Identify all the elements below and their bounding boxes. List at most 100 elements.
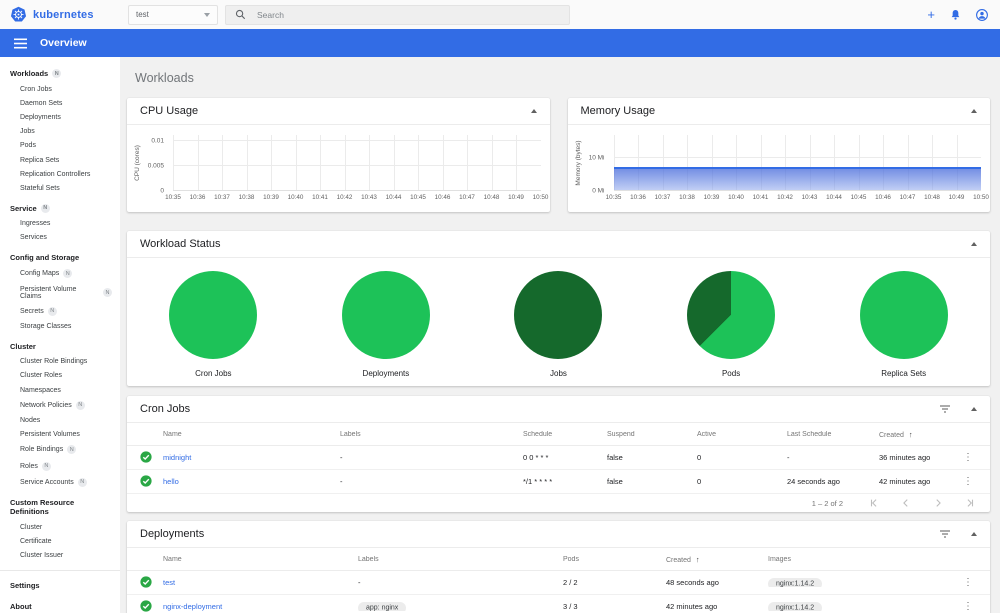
pie-chart-jobs[interactable] (514, 271, 603, 359)
sidebar-item-role-bindings[interactable]: Role Bindings N (0, 442, 120, 458)
filter-list-icon[interactable] (939, 529, 951, 539)
status-ok-icon (140, 474, 152, 487)
pie-label: Pods (721, 369, 741, 378)
gridline (442, 135, 468, 190)
sidebar-item-network-policies[interactable]: Network Policies N (0, 397, 120, 413)
search-bar[interactable] (225, 4, 570, 25)
gridline (491, 135, 517, 190)
column-header-name[interactable]: Name (163, 556, 358, 563)
sidebar-item-replica-sets[interactable]: Replica Sets (0, 153, 120, 167)
status-ok-icon (140, 450, 152, 463)
sidebar-item-namespaces[interactable]: Namespaces (0, 383, 120, 397)
search-input[interactable] (257, 9, 560, 20)
sidebar-item-cluster-issuer[interactable]: Cluster Issuer (0, 549, 120, 563)
notifications-bell-icon[interactable] (950, 9, 961, 21)
sidebar-item-persistent-volumes[interactable]: Persistent Volumes (0, 428, 120, 442)
sidebar-item-config-maps[interactable]: Config Maps N (0, 266, 120, 282)
column-header-last-schedule[interactable]: Last Schedule (787, 431, 879, 438)
sidebar-item-cluster[interactable]: Cluster (0, 520, 120, 534)
sidebar-item-ingresses[interactable]: Ingresses (0, 217, 120, 231)
column-header-pods[interactable]: Pods (563, 556, 666, 563)
schedule-value: 0 0 * * * (523, 453, 549, 462)
previous-page-icon[interactable] (901, 498, 911, 508)
sidebar-item-replication-controllers[interactable]: Replication Controllers (0, 167, 120, 181)
sidebar-section-config-and-storage[interactable]: Config and Storage (0, 247, 120, 266)
column-header-images[interactable]: Images (768, 556, 963, 563)
sidebar-item-cluster-roles[interactable]: Cluster Roles (0, 369, 120, 383)
sidebar-item-daemon-sets[interactable]: Daemon Sets (0, 96, 120, 110)
filter-list-icon[interactable] (939, 404, 951, 414)
next-page-icon[interactable] (933, 498, 943, 508)
column-header-name[interactable]: Name (163, 431, 340, 438)
cpu-usage-card: CPU Usage CPU (cores) 0 0.005 0.01 10:35 10… (127, 98, 550, 212)
sidebar-item-cron-jobs[interactable]: Cron Jobs (0, 82, 120, 96)
image-chip: nginx:1.14.2 (768, 602, 823, 611)
sidebar-section-cluster[interactable]: Cluster (0, 336, 120, 355)
schedule-value: */1 * * * * (523, 477, 553, 486)
collapse-card-icon[interactable] (971, 242, 977, 246)
sidebar-item-about[interactable]: About (0, 596, 120, 613)
pie-chart-pods[interactable] (687, 271, 776, 359)
sidebar-item-cluster-role-bindings[interactable]: Cluster Role Bindings (0, 355, 120, 369)
sidebar-item-nodes[interactable]: Nodes (0, 413, 120, 427)
sidebar-item-deployments[interactable]: Deployments (0, 110, 120, 124)
cronjob-link[interactable]: hello (163, 477, 179, 486)
sidebar-section-custom-resource-definitions[interactable]: Custom Resource Definitions (0, 492, 120, 520)
memory-x-axis-labels: 10:35 10:36 10:37 10:38 10:39 10:40 10:41 10:42… (605, 194, 989, 201)
sidebar-item-storage-classes[interactable]: Storage Classes (0, 319, 120, 333)
namespace-selector[interactable]: test (128, 4, 218, 25)
collapse-card-icon[interactable] (971, 109, 977, 113)
kubernetes-home-link[interactable]: kubernetes (10, 6, 118, 23)
collapse-card-icon[interactable] (971, 407, 977, 411)
pie-chart-deployments[interactable] (341, 271, 430, 359)
collapse-card-icon[interactable] (971, 532, 977, 536)
sidebar-section-label: Custom Resource Definitions (10, 498, 75, 517)
row-actions-menu-icon[interactable]: ⋮ (963, 578, 973, 588)
first-page-icon[interactable] (869, 498, 879, 508)
suspend-value: false (607, 477, 623, 486)
pie-chart-cron-jobs[interactable] (169, 271, 258, 359)
pagination-range-label: 1 – 2 of 2 (811, 498, 843, 508)
column-header-labels[interactable]: Labels (358, 556, 563, 563)
search-icon (235, 9, 246, 20)
create-resource-button[interactable]: + (927, 8, 935, 21)
sidebar-item-jobs[interactable]: Jobs (0, 125, 120, 139)
sidebar-item-pods[interactable]: Pods (0, 139, 120, 153)
collapse-card-icon[interactable] (530, 109, 537, 113)
sidebar-item-certificate[interactable]: Certificate (0, 535, 120, 549)
sidebar-section-workloads[interactable]: Workloads N (0, 63, 120, 82)
label-chip: app: nginx (358, 602, 407, 611)
sidebar-item-label: Cluster Role Bindings (20, 358, 88, 366)
deployments-table-header: Name Labels Pods Created ↑ Images (127, 548, 990, 571)
status-ok-icon (140, 575, 152, 588)
namespaced-badge: N (77, 477, 87, 487)
column-header-created[interactable]: Created ↑ (879, 430, 963, 439)
row-actions-menu-icon[interactable]: ⋮ (963, 602, 973, 612)
hamburger-menu-icon[interactable] (14, 38, 27, 49)
sidebar-item-persistent-volume-claims[interactable]: Persistent Volume Claims N (0, 282, 120, 303)
sidebar-item-settings[interactable]: Settings (0, 575, 120, 596)
column-header-schedule[interactable]: Schedule (523, 431, 607, 438)
topbar-actions: + (927, 8, 988, 21)
cronjob-link[interactable]: midnight (163, 453, 191, 462)
row-actions-menu-icon[interactable]: ⋮ (963, 453, 973, 463)
deployment-link[interactable]: nginx-deployment (163, 602, 222, 611)
column-header-created[interactable]: Created ↑ (666, 555, 768, 564)
user-account-icon[interactable] (976, 8, 988, 21)
cpu-usage-chart: CPU (cores) 0 0.005 0.01 10:35 10:36 10:37 10… (127, 125, 550, 201)
sidebar-item-stateful-sets[interactable]: Stateful Sets (0, 181, 120, 195)
sidebar-item-label: Nodes (20, 416, 41, 424)
sidebar-item-service-accounts[interactable]: Service Accounts N (0, 474, 120, 490)
deployment-link[interactable]: test (163, 578, 175, 587)
sidebar-section-service[interactable]: Service N (0, 198, 120, 217)
last-page-icon[interactable] (965, 498, 975, 508)
column-header-labels[interactable]: Labels (340, 431, 523, 438)
column-header-active[interactable]: Active (697, 431, 787, 438)
pie-chart-replica-sets[interactable] (859, 271, 948, 359)
row-actions-menu-icon[interactable]: ⋮ (963, 477, 973, 487)
sidebar-item-secrets[interactable]: Secrets N (0, 303, 120, 319)
sidebar-item-roles[interactable]: Roles N (0, 458, 120, 474)
column-header-suspend[interactable]: Suspend (607, 431, 697, 438)
sidebar-section-label: Cluster (10, 341, 36, 351)
sidebar-item-services[interactable]: Services (0, 231, 120, 245)
